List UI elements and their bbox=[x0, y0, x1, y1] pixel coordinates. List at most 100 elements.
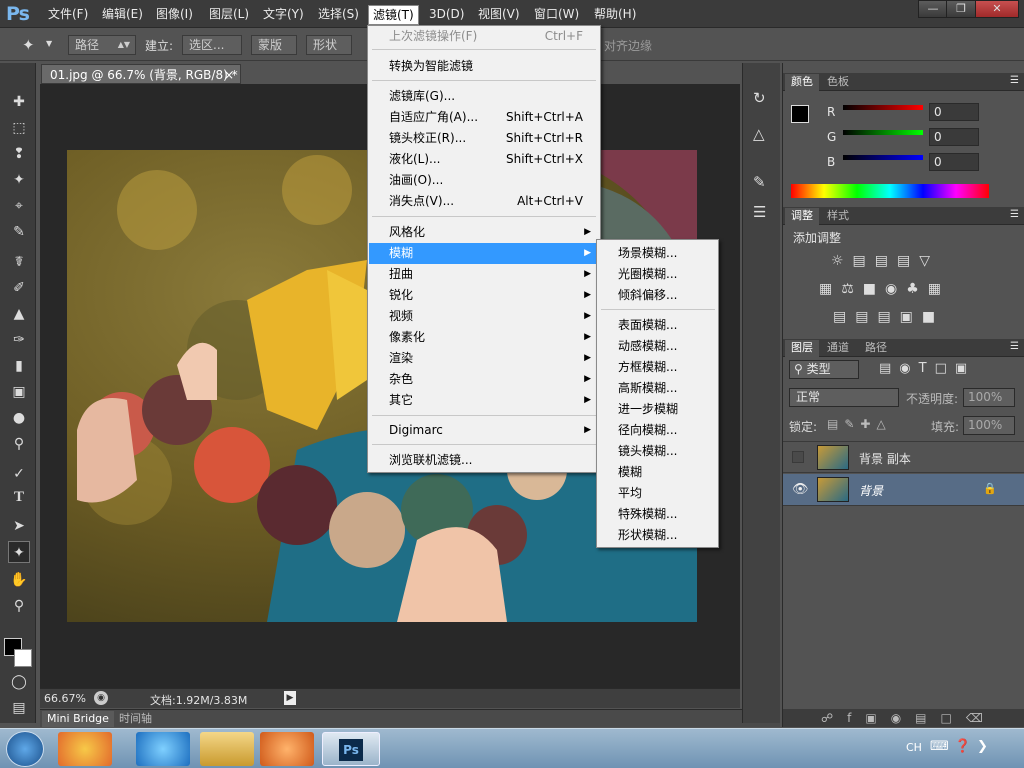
history-brush-tool-icon[interactable]: ✑ bbox=[8, 329, 30, 351]
menu-help[interactable]: 帮助(H) bbox=[590, 5, 640, 25]
background-color-swatch[interactable] bbox=[14, 649, 32, 667]
layer-name[interactable]: 背景 bbox=[859, 482, 883, 499]
channel-r-slider[interactable] bbox=[843, 105, 923, 110]
layer-name[interactable]: 背景 副本 bbox=[859, 450, 911, 467]
brush-panel-icon[interactable]: ✎ bbox=[753, 173, 766, 191]
adjustment-icons-row-2[interactable]: ▦⚖■◉♣▦ bbox=[819, 281, 950, 297]
document-tab[interactable]: 01.jpg @ 66.7% (背景, RGB/8) * × bbox=[41, 64, 241, 84]
blur-tool-icon[interactable]: ● bbox=[8, 407, 30, 429]
blur-lens[interactable]: 镜头模糊... bbox=[598, 441, 717, 462]
blur-surface[interactable]: 表面模糊... bbox=[598, 315, 717, 336]
pen-tool-icon[interactable]: ✓ bbox=[8, 463, 30, 485]
minimize-icon[interactable]: — bbox=[918, 0, 948, 18]
layer-row-selected[interactable]: 👁 背景 🔒 bbox=[783, 474, 1024, 506]
close-icon[interactable]: ✕ bbox=[975, 0, 1019, 18]
layers-footer-icons[interactable]: ☍f▣◉▤□⌫ bbox=[783, 709, 1024, 727]
filter-vanishing-point[interactable]: 消失点(V)... Alt+Ctrl+V bbox=[369, 191, 599, 212]
properties-panel-icon[interactable]: ☰ bbox=[753, 203, 766, 221]
taskbar-app-icon[interactable] bbox=[58, 732, 112, 766]
blur-more[interactable]: 进一步模糊 bbox=[598, 399, 717, 420]
restore-icon[interactable]: ❐ bbox=[946, 0, 976, 18]
fill-input[interactable]: 100% bbox=[963, 416, 1015, 435]
eye-icon[interactable]: 👁 bbox=[792, 482, 809, 497]
panel-menu-icon[interactable]: ☰ bbox=[1010, 75, 1019, 86]
menu-layer[interactable]: 图层(L) bbox=[205, 5, 253, 25]
tab-mini-bridge[interactable]: Mini Bridge bbox=[42, 711, 114, 727]
mask-button[interactable]: 蒙版 bbox=[251, 35, 297, 55]
status-info-icon[interactable]: ◉ bbox=[94, 691, 108, 705]
filter-oil-paint[interactable]: 油画(O)... bbox=[369, 170, 599, 191]
quick-mask-icon[interactable]: ◯ bbox=[8, 671, 30, 693]
filter-browse-online[interactable]: 浏览联机滤镜... bbox=[369, 450, 599, 471]
filter-digimarc[interactable]: Digimarc ▶ bbox=[369, 420, 599, 441]
photoshop-taskbar-button[interactable]: Ps bbox=[322, 732, 380, 766]
menu-edit[interactable]: 编辑(E) bbox=[98, 5, 147, 25]
visibility-toggle-off[interactable] bbox=[792, 451, 804, 463]
zoom-level[interactable]: 66.67% bbox=[44, 692, 86, 705]
blur-iris[interactable]: 光圈模糊... bbox=[598, 264, 717, 285]
blur-motion[interactable]: 动感模糊... bbox=[598, 336, 717, 357]
path-mode-select[interactable]: 路径 ▲▼ bbox=[68, 35, 136, 55]
tab-swatches[interactable]: 色板 bbox=[821, 74, 855, 91]
filter-liquify[interactable]: 液化(L)... Shift+Ctrl+X bbox=[369, 149, 599, 170]
menu-3d[interactable]: 3D(D) bbox=[425, 5, 468, 25]
blur-gaussian[interactable]: 高斯模糊... bbox=[598, 378, 717, 399]
status-menu-arrow-icon[interactable]: ▶ bbox=[284, 691, 296, 705]
file-explorer-icon[interactable] bbox=[200, 732, 254, 766]
panel-menu-icon[interactable]: ☰ bbox=[1010, 209, 1019, 220]
filter-lens-correction[interactable]: 镜头校正(R)... Shift+Ctrl+R bbox=[369, 128, 599, 149]
layer-filter-icons[interactable]: ▤◉T□▣ bbox=[879, 361, 975, 376]
marquee-tool-icon[interactable]: ⬚ bbox=[8, 117, 30, 139]
blur-box[interactable]: 方框模糊... bbox=[598, 357, 717, 378]
menu-filter[interactable]: 滤镜(T) bbox=[368, 5, 419, 25]
filter-gallery[interactable]: 滤镜库(G)... bbox=[369, 86, 599, 107]
screen-mode-icon[interactable]: ▤ bbox=[8, 697, 30, 719]
brush-tool-icon[interactable]: ✐ bbox=[8, 277, 30, 299]
channel-b-slider[interactable] bbox=[843, 155, 923, 160]
channel-r-input[interactable]: 0 bbox=[929, 103, 979, 121]
menu-image[interactable]: 图像(I) bbox=[152, 5, 197, 25]
align-edges-label[interactable]: 对齐边缘 bbox=[604, 37, 652, 54]
system-tray-icons[interactable]: ⌨❓❯ bbox=[930, 739, 994, 754]
language-indicator[interactable]: CH bbox=[906, 741, 922, 754]
filter-video[interactable]: 视频 ▶ bbox=[369, 306, 599, 327]
start-button[interactable] bbox=[6, 731, 44, 767]
healing-brush-tool-icon[interactable]: ☤ bbox=[8, 251, 30, 273]
tab-channels[interactable]: 通道 bbox=[821, 340, 855, 357]
layer-filter-select[interactable]: ⚲ 类型 bbox=[789, 360, 859, 379]
lock-icons[interactable]: ▤✎✚△ bbox=[827, 417, 892, 431]
blur-field[interactable]: 场景模糊... bbox=[598, 243, 717, 264]
filter-distort[interactable]: 扭曲 ▶ bbox=[369, 264, 599, 285]
filter-sharpen[interactable]: 锐化 ▶ bbox=[369, 285, 599, 306]
filter-noise[interactable]: 杂色 ▶ bbox=[369, 369, 599, 390]
hand-tool-icon[interactable]: ✋ bbox=[8, 569, 30, 591]
opacity-input[interactable]: 100% bbox=[963, 388, 1015, 407]
pen-tool-preset-icon[interactable]: ✦ bbox=[22, 36, 42, 54]
tab-styles[interactable]: 样式 bbox=[821, 208, 855, 225]
tab-timeline[interactable]: 时间轴 bbox=[114, 711, 157, 727]
filter-adaptive-wide-angle[interactable]: 自适应广角(A)... Shift+Ctrl+A bbox=[369, 107, 599, 128]
3d-panel-icon[interactable]: △ bbox=[753, 125, 765, 143]
media-player-icon[interactable] bbox=[260, 732, 314, 766]
menu-select[interactable]: 选择(S) bbox=[314, 5, 363, 25]
menu-type[interactable]: 文字(Y) bbox=[259, 5, 308, 25]
menu-window[interactable]: 窗口(W) bbox=[530, 5, 583, 25]
filter-stylize[interactable]: 风格化 ▶ bbox=[369, 222, 599, 243]
close-tab-icon[interactable]: × bbox=[224, 65, 234, 85]
tab-color[interactable]: 颜色 bbox=[785, 74, 819, 91]
dodge-tool-icon[interactable]: ⚲ bbox=[8, 433, 30, 455]
crop-tool-icon[interactable]: ⌖ bbox=[8, 195, 30, 217]
filter-render[interactable]: 渲染 ▶ bbox=[369, 348, 599, 369]
filter-pixelate[interactable]: 像素化 ▶ bbox=[369, 327, 599, 348]
adjustment-icons-row-3[interactable]: ▤▤▤▣■ bbox=[833, 309, 944, 325]
channel-b-input[interactable]: 0 bbox=[929, 153, 979, 171]
tab-layers[interactable]: 图层 bbox=[785, 340, 819, 357]
shape-button[interactable]: 形状 bbox=[306, 35, 352, 55]
move-tool-icon[interactable]: ✚ bbox=[8, 91, 30, 113]
blend-mode-select[interactable]: 正常 bbox=[789, 388, 899, 407]
lasso-tool-icon[interactable]: ❢ bbox=[8, 143, 30, 165]
filter-convert-smart[interactable]: 转换为智能滤镜 bbox=[369, 56, 599, 77]
clone-stamp-tool-icon[interactable]: ▲ bbox=[8, 303, 30, 325]
channel-g-input[interactable]: 0 bbox=[929, 128, 979, 146]
menu-file[interactable]: 文件(F) bbox=[44, 5, 92, 25]
